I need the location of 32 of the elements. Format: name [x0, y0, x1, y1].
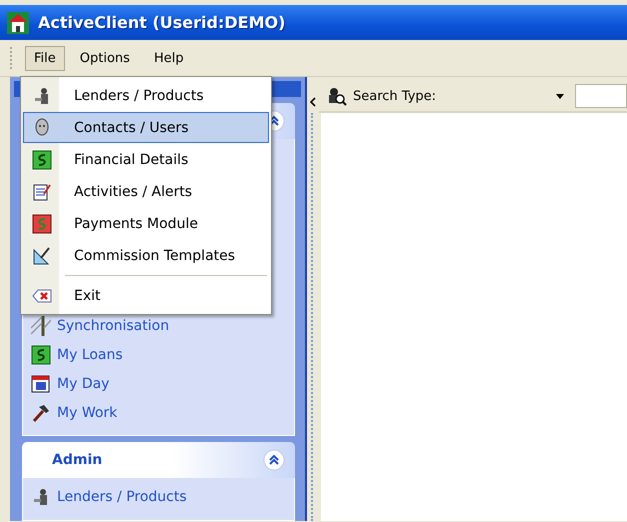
dropdown-arrow-icon[interactable] — [555, 91, 565, 101]
splitter[interactable] — [305, 77, 319, 521]
pole-icon — [31, 316, 51, 336]
sidebar-link[interactable]: My Loans — [57, 346, 123, 362]
menu-bar-item[interactable]: Help — [144, 46, 193, 70]
menu-item[interactable]: Contacts / Users — [23, 112, 269, 143]
money-icon — [32, 150, 52, 170]
collapse-icon[interactable] — [263, 449, 285, 471]
sidebar-link[interactable]: Lenders / Products — [57, 489, 187, 505]
panel-header[interactable]: Admin — [22, 442, 295, 478]
notepad-icon — [32, 182, 52, 202]
house-icon — [6, 10, 30, 34]
window-title: ActiveClient (Userid:DEMO) — [38, 13, 286, 32]
panel-title: Admin — [52, 452, 102, 468]
menu-item[interactable]: Financial Details — [23, 144, 269, 175]
sidebar-link[interactable]: Synchronisation — [57, 318, 170, 334]
menu-item[interactable]: Activities / Alerts — [23, 176, 269, 207]
hammer-icon — [31, 402, 51, 422]
search-field[interactable] — [575, 84, 627, 108]
menu-bar-item[interactable]: Options — [70, 46, 139, 70]
menu-item[interactable]: Exit — [23, 280, 269, 311]
menu-bar-item[interactable]: File — [25, 46, 65, 70]
money-icon — [32, 214, 52, 234]
search-type-label: Search Type: — [353, 88, 438, 104]
sidebar-link[interactable]: My Work — [57, 404, 118, 420]
search-people-icon — [327, 86, 347, 106]
menu-item[interactable]: Payments Module — [23, 208, 269, 239]
money-icon — [31, 344, 51, 364]
sidebar-link[interactable]: My Day — [57, 376, 110, 392]
menu-item[interactable]: Lenders / Products — [23, 80, 269, 111]
calendar-icon — [31, 374, 51, 394]
menu-item[interactable]: Commission Templates — [23, 240, 269, 271]
